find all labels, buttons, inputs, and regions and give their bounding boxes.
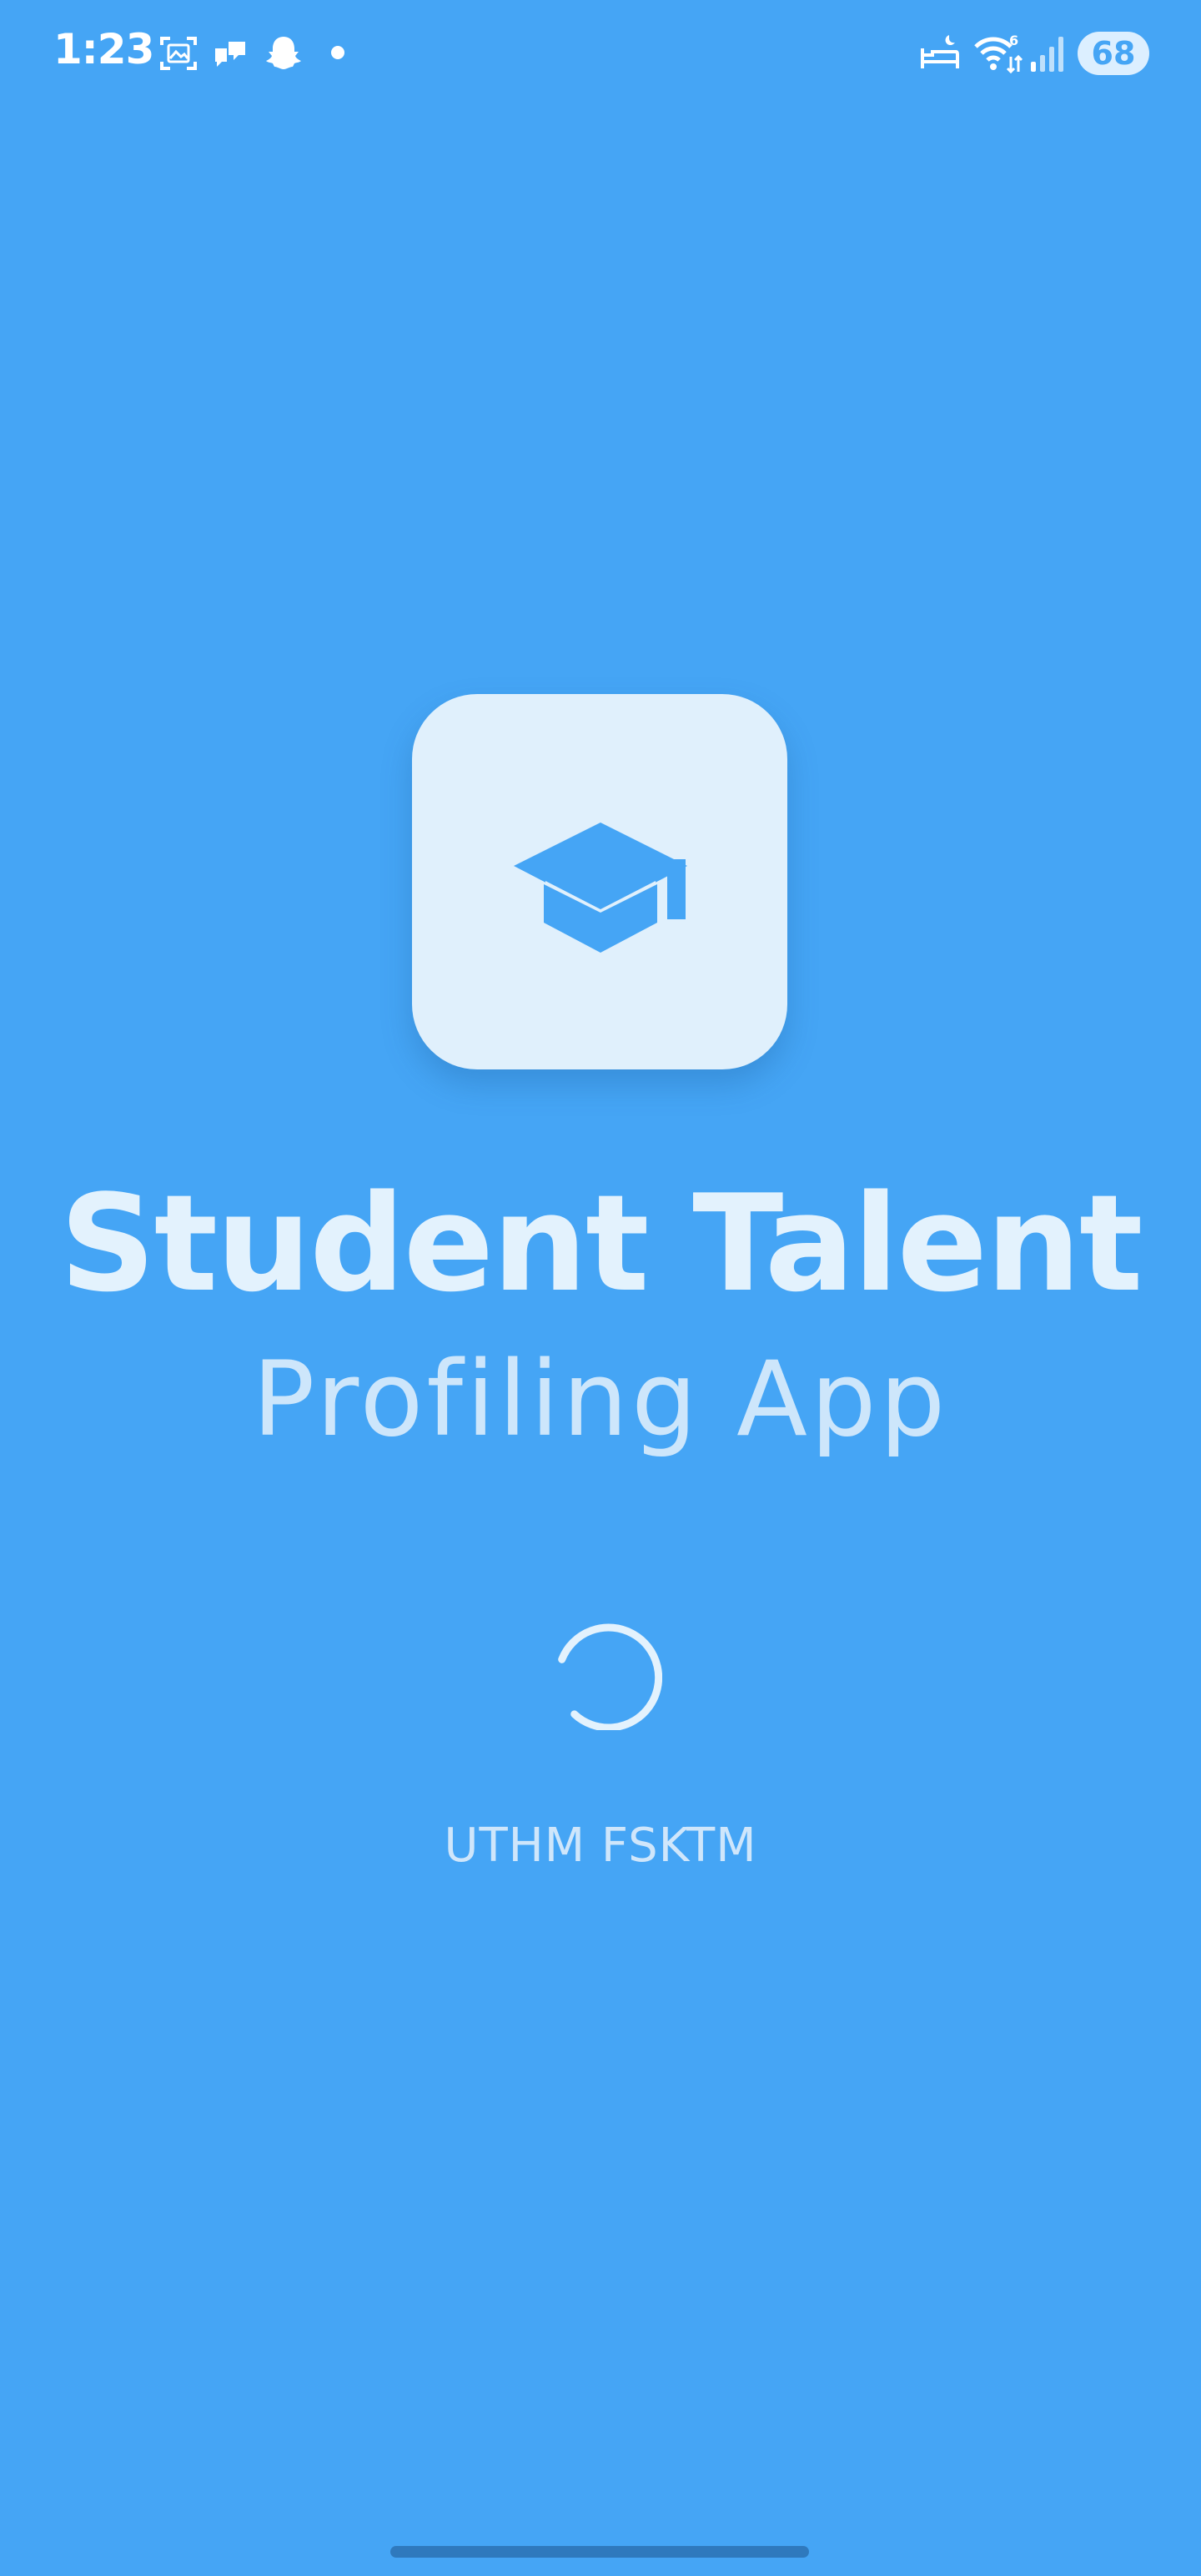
home-indicator[interactable] — [390, 2546, 809, 2558]
battery-indicator: 68 — [1078, 32, 1149, 75]
svg-text:6: 6 — [1009, 33, 1018, 48]
graduation-cap-icon — [514, 823, 687, 953]
organization-label: UTHM FSKTM — [444, 1819, 757, 1873]
status-bar: 1:23 6 68 — [0, 0, 1201, 107]
status-time: 1:23 — [53, 25, 154, 73]
screenshot-icon — [160, 37, 197, 70]
signal-icon — [1031, 37, 1063, 72]
loading-spinner — [558, 1623, 662, 1730]
app-subtitle: Profiling App — [252, 1340, 949, 1460]
message-icon — [215, 42, 245, 67]
app-title: Student Talent — [59, 1165, 1143, 1321]
snapchat-icon — [266, 37, 301, 69]
wifi-icon: 6 — [974, 33, 1023, 74]
notification-dot-icon — [331, 46, 344, 59]
sleep-mode-icon — [921, 35, 959, 68]
app-logo — [412, 694, 787, 1069]
